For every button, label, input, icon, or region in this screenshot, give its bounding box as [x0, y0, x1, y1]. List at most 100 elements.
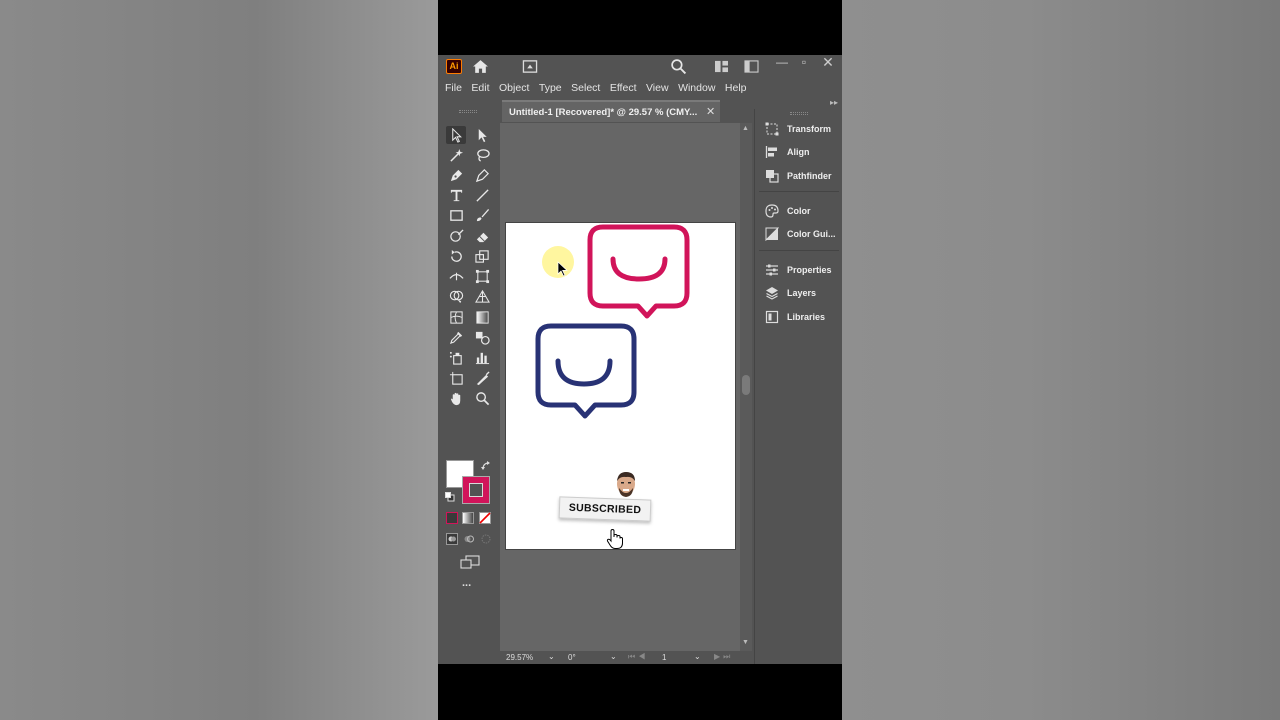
menu-window[interactable]: Window [678, 82, 715, 94]
mesh-tool[interactable] [446, 308, 466, 326]
rotation-dropdown-icon[interactable]: ⌄ [610, 652, 617, 661]
edit-toolbar-button[interactable]: ... [462, 577, 471, 589]
draw-normal-icon[interactable] [446, 533, 458, 545]
artboard-number[interactable]: 1 [662, 653, 666, 662]
panel-grip[interactable] [790, 112, 808, 115]
menu-help[interactable]: Help [725, 82, 747, 94]
paintbrush-tool[interactable] [472, 206, 492, 224]
shape-builder-tool[interactable] [446, 287, 466, 305]
draw-inside-icon[interactable] [480, 533, 492, 545]
mouse-pointer-icon [557, 261, 568, 277]
gradient-tool[interactable] [472, 308, 492, 326]
stroke-swatch[interactable] [462, 476, 490, 504]
menu-file[interactable]: File [445, 82, 462, 94]
menu-effect[interactable]: Effect [610, 82, 637, 94]
line-segment-tool[interactable] [472, 186, 492, 204]
transform-panel-button[interactable]: Transform [755, 117, 842, 141]
zoom-dropdown-icon[interactable]: ⌄ [548, 652, 555, 661]
home-icon[interactable] [472, 58, 489, 75]
selection-tool[interactable] [446, 126, 466, 144]
search-icon[interactable] [670, 58, 687, 75]
symbol-sprayer-tool[interactable] [446, 348, 466, 366]
artboard-dropdown-icon[interactable]: ⌄ [694, 652, 701, 661]
direct-selection-tool[interactable] [472, 126, 492, 144]
rectangle-tool[interactable] [446, 206, 466, 224]
menu-view[interactable]: View [646, 82, 669, 94]
none-mode-icon[interactable] [479, 512, 491, 524]
scale-tool[interactable] [472, 247, 492, 265]
color-panel-button[interactable]: Color [755, 199, 842, 223]
perspective-grid-tool[interactable] [472, 287, 492, 305]
draw-behind-icon[interactable] [463, 533, 475, 545]
minimize-button[interactable]: — [772, 55, 792, 71]
scroll-up-icon[interactable]: ▲ [742, 125, 749, 132]
pen-tool[interactable] [446, 166, 466, 184]
swap-fill-stroke-icon[interactable] [481, 461, 491, 471]
video-letterbox-bottom [438, 664, 842, 720]
menu-object[interactable]: Object [499, 82, 529, 94]
next-last-artboard-icon[interactable]: ▶⏭ [714, 652, 733, 662]
eyedropper-icon [449, 331, 462, 344]
rotate-tool[interactable] [446, 247, 466, 265]
type-tool[interactable] [446, 186, 466, 204]
document-tab[interactable]: Untitled-1 [Recovered]* @ 29.57 % (CMY..… [502, 100, 720, 122]
maximize-button[interactable]: ▫ [794, 55, 814, 71]
gradient-mode-button[interactable] [462, 512, 474, 524]
panel-group-1: Transform Align Pathfinder [755, 117, 842, 188]
artboard-tool[interactable] [446, 369, 466, 387]
mesh-icon [449, 310, 463, 324]
magic-wand-tool[interactable] [446, 146, 466, 164]
slice-tool[interactable] [472, 369, 492, 387]
libraries-panel-button[interactable]: Libraries [755, 305, 842, 329]
shaper-tool[interactable] [446, 227, 466, 245]
menu-edit[interactable]: Edit [471, 82, 489, 94]
zoom-level[interactable]: 29.57% [506, 653, 533, 662]
navy-speech-bubble[interactable] [535, 323, 637, 419]
shape-builder-icon [449, 290, 463, 303]
rotation-value[interactable]: 0° [568, 653, 576, 662]
blend-tool[interactable] [472, 328, 492, 346]
subscribed-button[interactable]: SUBSCRIBED [558, 496, 652, 522]
hand-tool[interactable] [446, 389, 466, 407]
tools-panel: ... [440, 99, 496, 664]
curvature-pen-icon [475, 168, 489, 182]
default-fill-stroke-icon[interactable] [445, 492, 455, 502]
pathfinder-icon [766, 169, 779, 183]
eyedropper-tool[interactable] [446, 328, 466, 346]
scrollbar-thumb[interactable] [742, 375, 750, 395]
direct-selection-icon [478, 128, 487, 142]
scroll-down-icon[interactable]: ▼ [742, 639, 749, 646]
width-tool[interactable] [446, 267, 466, 285]
collapse-panels-icon[interactable]: ▸▸ [830, 98, 838, 107]
lasso-tool[interactable] [472, 146, 492, 164]
properties-panel-button[interactable]: Properties [755, 258, 842, 282]
menu-select[interactable]: Select [571, 82, 600, 94]
pink-speech-bubble[interactable] [587, 224, 690, 319]
column-graph-tool[interactable] [472, 348, 492, 366]
close-tab-icon[interactable]: ✕ [706, 105, 715, 118]
pathfinder-panel-button[interactable]: Pathfinder [755, 164, 842, 188]
share-icon[interactable] [522, 59, 538, 74]
panel-dock: Transform Align Pathfinder Color Color G… [754, 109, 842, 664]
workspace-icon[interactable] [744, 60, 759, 73]
canvas-area[interactable] [500, 123, 740, 651]
eraser-tool[interactable] [472, 227, 492, 245]
vertical-scrollbar[interactable]: ▲ ▼ [740, 123, 752, 651]
align-label: Align [787, 147, 810, 158]
align-panel-button[interactable]: Align [755, 141, 842, 165]
close-window-button[interactable]: ✕ [818, 55, 838, 71]
zoom-tool[interactable] [472, 389, 492, 407]
curvature-tool[interactable] [472, 166, 492, 184]
toolbar-grip[interactable] [459, 110, 477, 113]
type-icon [450, 189, 462, 201]
menu-type[interactable]: Type [539, 82, 562, 94]
screen-mode-icon[interactable] [460, 555, 480, 569]
perspective-grid-icon [474, 289, 490, 303]
pen-icon [450, 169, 462, 181]
arrange-documents-icon[interactable] [714, 60, 729, 73]
color-guide-panel-button[interactable]: Color Gui... [755, 223, 842, 247]
first-prev-artboard-icon[interactable]: ⏮◀ [628, 652, 648, 662]
color-mode-button[interactable] [446, 512, 458, 524]
layers-panel-button[interactable]: Layers [755, 282, 842, 306]
free-transform-tool[interactable] [472, 267, 492, 285]
